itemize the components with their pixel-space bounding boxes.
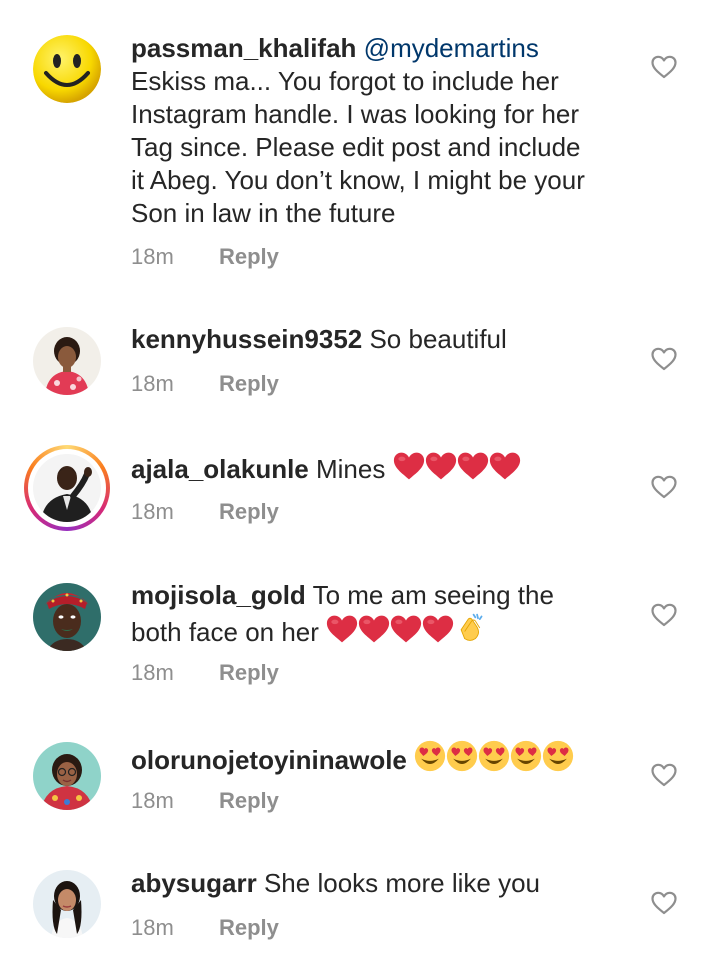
comment-line: Tag since. Please edit post and include <box>131 132 581 162</box>
comment-text: kennyhussein9352 So beautiful <box>131 323 631 356</box>
heart-eyes-emoji <box>478 740 510 772</box>
comment-body: So beautiful <box>369 324 507 354</box>
comment-body: To me am seeing the <box>312 580 554 610</box>
comment-text: ajala_olakunle Mines <box>131 451 631 486</box>
comment-time: 18m <box>131 915 174 940</box>
comment-username[interactable]: mojisola_gold <box>131 580 306 610</box>
comment-body: Mines <box>316 454 386 484</box>
comment-item: olorunojetoyininawole 18m Reply <box>0 720 720 848</box>
red-heart-emoji <box>489 451 521 481</box>
comment-text: abysugarr She looks more like you <box>131 867 631 900</box>
comment-item: ajala_olakunle Mines 18m Reply <box>0 430 720 560</box>
comment-time: 18m <box>131 244 174 269</box>
comment-username[interactable]: olorunojetoyininawole <box>131 745 407 775</box>
red-heart-emoji <box>358 614 390 644</box>
red-heart-emoji <box>425 451 457 481</box>
red-heart-emoji <box>422 614 454 644</box>
comment-line: Eskiss ma... You forgot to include her <box>131 66 559 96</box>
red-heart-emoji <box>393 451 425 481</box>
comment-text: olorunojetoyininawole <box>131 740 631 777</box>
like-heart-icon[interactable] <box>651 55 677 79</box>
reply-button[interactable]: Reply <box>219 660 279 685</box>
like-heart-icon[interactable] <box>651 891 677 915</box>
comment-body: both face on her <box>131 617 319 647</box>
comment-meta: 18m Reply <box>131 371 279 397</box>
comment-username[interactable]: kennyhussein9352 <box>131 324 362 354</box>
red-heart-emoji <box>326 614 358 644</box>
comment-item: passman_khalifah @mydemartins Eskiss ma.… <box>0 0 720 300</box>
comment-body: She looks more like you <box>263 868 540 898</box>
comment-username[interactable]: abysugarr <box>131 868 257 898</box>
reply-button[interactable]: Reply <box>219 788 279 813</box>
comment-text: passman_khalifah @mydemartins Eskiss ma.… <box>131 32 631 230</box>
reply-button[interactable]: Reply <box>219 244 279 269</box>
comment-meta: 18m Reply <box>131 915 279 941</box>
comment-text: mojisola_gold To me am seeing the both f… <box>131 579 631 649</box>
comment-item: abysugarr She looks more like you 18m Rep… <box>0 848 720 956</box>
comment-time: 18m <box>131 371 174 396</box>
comment-meta: 18m Reply <box>131 660 279 686</box>
clapping-hands-emoji <box>454 612 486 644</box>
story-ring[interactable] <box>24 445 110 531</box>
comment-line: it Abeg. You don’t know, I might be your <box>131 165 585 195</box>
woman-portrait-avatar[interactable] <box>33 870 101 938</box>
man-suit-avatar[interactable] <box>33 454 101 522</box>
comment-item: kennyhussein9352 So beautiful 18m Reply <box>0 300 720 430</box>
reply-button[interactable]: Reply <box>219 371 279 396</box>
like-heart-icon[interactable] <box>651 347 677 371</box>
comment-time: 18m <box>131 499 174 524</box>
heart-eyes-emoji <box>446 740 478 772</box>
heart-eyes-emoji <box>414 740 446 772</box>
comment-username[interactable]: passman_khalifah <box>131 33 356 63</box>
woman-photo-avatar[interactable] <box>33 327 101 395</box>
like-heart-icon[interactable] <box>651 603 677 627</box>
comment-meta: 18m Reply <box>131 244 279 270</box>
red-heart-emoji <box>457 451 489 481</box>
comment-item: mojisola_gold To me am seeing the both f… <box>0 560 720 720</box>
comment-time: 18m <box>131 788 174 813</box>
woman-glasses-avatar[interactable] <box>33 742 101 810</box>
comment-username[interactable]: ajala_olakunle <box>131 454 309 484</box>
smiley-face-avatar[interactable] <box>33 35 101 103</box>
comment-mention[interactable]: @mydemartins <box>364 33 539 63</box>
like-heart-icon[interactable] <box>651 763 677 787</box>
comment-line: Instagram handle. I was looking for her <box>131 99 580 129</box>
comment-meta: 18m Reply <box>131 788 279 814</box>
woman-headwrap-avatar[interactable] <box>33 583 101 651</box>
comment-time: 18m <box>131 660 174 685</box>
reply-button[interactable]: Reply <box>219 499 279 524</box>
like-heart-icon[interactable] <box>651 475 677 499</box>
comment-line: Son in law in the future <box>131 198 396 228</box>
heart-eyes-emoji <box>510 740 542 772</box>
heart-eyes-emoji <box>542 740 574 772</box>
reply-button[interactable]: Reply <box>219 915 279 940</box>
red-heart-emoji <box>390 614 422 644</box>
comment-meta: 18m Reply <box>131 499 279 525</box>
